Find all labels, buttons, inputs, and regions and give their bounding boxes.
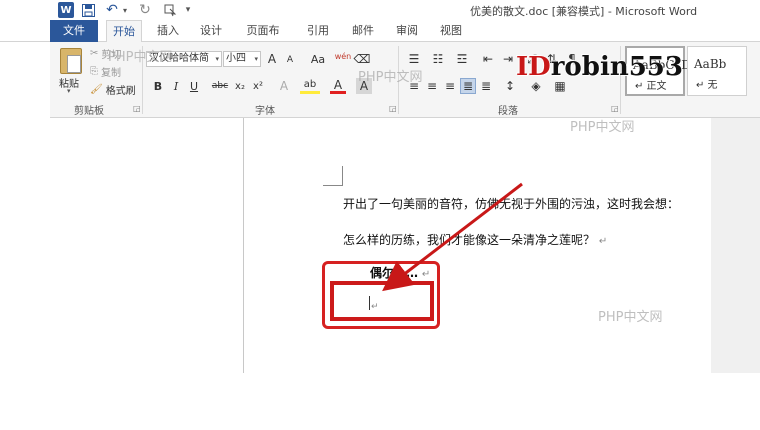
change-case-button[interactable]: Aa	[308, 51, 328, 67]
shrink-font-button[interactable]: A	[282, 52, 298, 68]
tab-insert[interactable]: 插入	[156, 20, 180, 42]
tab-home[interactable]: 开始	[106, 20, 142, 43]
paste-dropdown-icon[interactable]: ▾	[67, 87, 71, 95]
copy-button[interactable]: ⎘ 复制	[90, 64, 121, 79]
tab-mailings[interactable]: 邮件	[351, 20, 375, 42]
clipboard-dialog-launcher-icon[interactable]: ◲	[133, 104, 141, 113]
bullets-icon[interactable]: ☰	[406, 51, 422, 67]
paintbrush-icon: 🖌	[90, 84, 103, 95]
touch-mode-icon[interactable]	[162, 2, 178, 18]
paragraph-dialog-launcher-icon[interactable]: ◲	[611, 104, 619, 113]
style-nospace-sample: AaBb	[694, 57, 727, 71]
paragraph-mark-icon: ↵	[598, 236, 608, 247]
document-paragraph[interactable]: 开出了一句美丽的音符，仿佛无视于外围的污浊，这时我会想：	[343, 195, 679, 212]
paste-icon[interactable]	[60, 48, 82, 74]
site-watermark: PHP中文网	[570, 120, 635, 135]
tab-file[interactable]: 文件	[50, 20, 98, 42]
redo-icon[interactable]: ↻	[137, 2, 153, 18]
tab-review[interactable]: 审阅	[395, 20, 419, 42]
page-gap	[0, 373, 760, 430]
copy-label: 复制	[101, 68, 121, 79]
customize-quick-access-icon[interactable]: ▾	[183, 2, 193, 18]
bold-button[interactable]: B	[150, 78, 166, 94]
ribbon-tab-bar: 文件 开始 插入 设计 页面布局 引用 邮件 审阅 视图	[0, 20, 760, 59]
window-title: 优美的散文.doc [兼容模式] - Microsoft Word	[470, 5, 698, 18]
highlight-box-inner	[330, 281, 434, 321]
site-watermark: PHP中文网	[598, 310, 663, 325]
justify-icon[interactable]: ≣	[460, 78, 476, 94]
paragraph-group-label: 段落	[498, 106, 518, 117]
style-no-spacing[interactable]: AaBb ↵ 无	[687, 46, 747, 96]
font-size-select[interactable]: 小四 ▾	[223, 51, 261, 67]
watermark-name: robin553	[550, 52, 683, 82]
superscript-button[interactable]: x²	[250, 78, 266, 94]
save-icon[interactable]	[80, 2, 96, 18]
highlight-color-button[interactable]: ab	[300, 78, 320, 94]
text-effects-button[interactable]: A	[276, 78, 292, 94]
chevron-down-icon: ▾	[215, 55, 219, 63]
word-app-icon[interactable]: W	[58, 2, 74, 18]
style-nospace-name: ↵ 无	[696, 80, 718, 91]
italic-button[interactable]: I	[168, 78, 184, 94]
undo-dropdown-icon[interactable]: ▾	[120, 2, 130, 18]
phonetic-guide-button[interactable]: wén	[334, 48, 352, 64]
tab-design[interactable]: 设计	[199, 20, 223, 42]
watermark-prefix: ID	[516, 52, 551, 82]
numbering-icon[interactable]: ☷	[430, 51, 446, 67]
clipboard-group-label: 剪贴板	[74, 106, 104, 117]
undo-icon[interactable]: ↶	[104, 2, 120, 18]
strikethrough-button[interactable]: abc	[210, 78, 230, 94]
align-center-icon[interactable]: ≡	[424, 78, 440, 94]
format-painter-label: 格式刷	[105, 86, 136, 97]
font-dialog-launcher-icon[interactable]: ◲	[389, 104, 397, 113]
navigation-area	[0, 118, 244, 373]
author-watermark: IDrobin553	[516, 52, 683, 82]
site-watermark: PHP中文网	[108, 50, 173, 65]
document-paragraph[interactable]: 怎么样的历练，我们才能像这一朵清净之莲呢？ ↵	[343, 231, 607, 248]
tab-references[interactable]: 引用	[306, 20, 330, 42]
scissors-icon: ✂	[90, 48, 99, 59]
decrease-indent-icon[interactable]: ⇤	[480, 51, 496, 67]
underline-button[interactable]: U	[186, 78, 202, 94]
site-watermark: PHP中文网	[358, 70, 423, 85]
distributed-icon[interactable]: ≣	[478, 78, 494, 94]
paragraph-text: 怎么样的历练，我们才能像这一朵清净之莲呢？	[343, 233, 596, 247]
subscript-button[interactable]: x₂	[232, 78, 248, 94]
font-group-label: 字体	[255, 106, 275, 117]
grow-font-button[interactable]: A	[264, 51, 280, 67]
paragraph-text: 开出了一句美丽的音符，仿佛无视于外围的污浊，这时我会想：	[343, 197, 680, 211]
clear-formatting-icon[interactable]: ⌫	[354, 51, 371, 67]
font-size-value: 小四	[226, 53, 246, 64]
page-margin-marker	[323, 166, 343, 186]
font-color-button[interactable]: A	[330, 78, 346, 94]
chevron-down-icon: ▾	[254, 55, 258, 63]
format-painter-button[interactable]: 🖌 格式刷	[90, 82, 136, 97]
increase-indent-icon[interactable]: ⇥	[500, 51, 516, 67]
multilevel-list-icon[interactable]: ☲	[454, 51, 470, 67]
copy-icon: ⎘	[90, 66, 98, 77]
align-right-icon[interactable]: ≡	[442, 78, 458, 94]
tab-page-layout[interactable]: 页面布局	[244, 20, 282, 59]
title-bar: W ↶ ▾ ↻ ▾ 优美的散文.doc [兼容模式] - Microsoft W…	[0, 0, 760, 20]
tab-view[interactable]: 视图	[439, 20, 463, 42]
